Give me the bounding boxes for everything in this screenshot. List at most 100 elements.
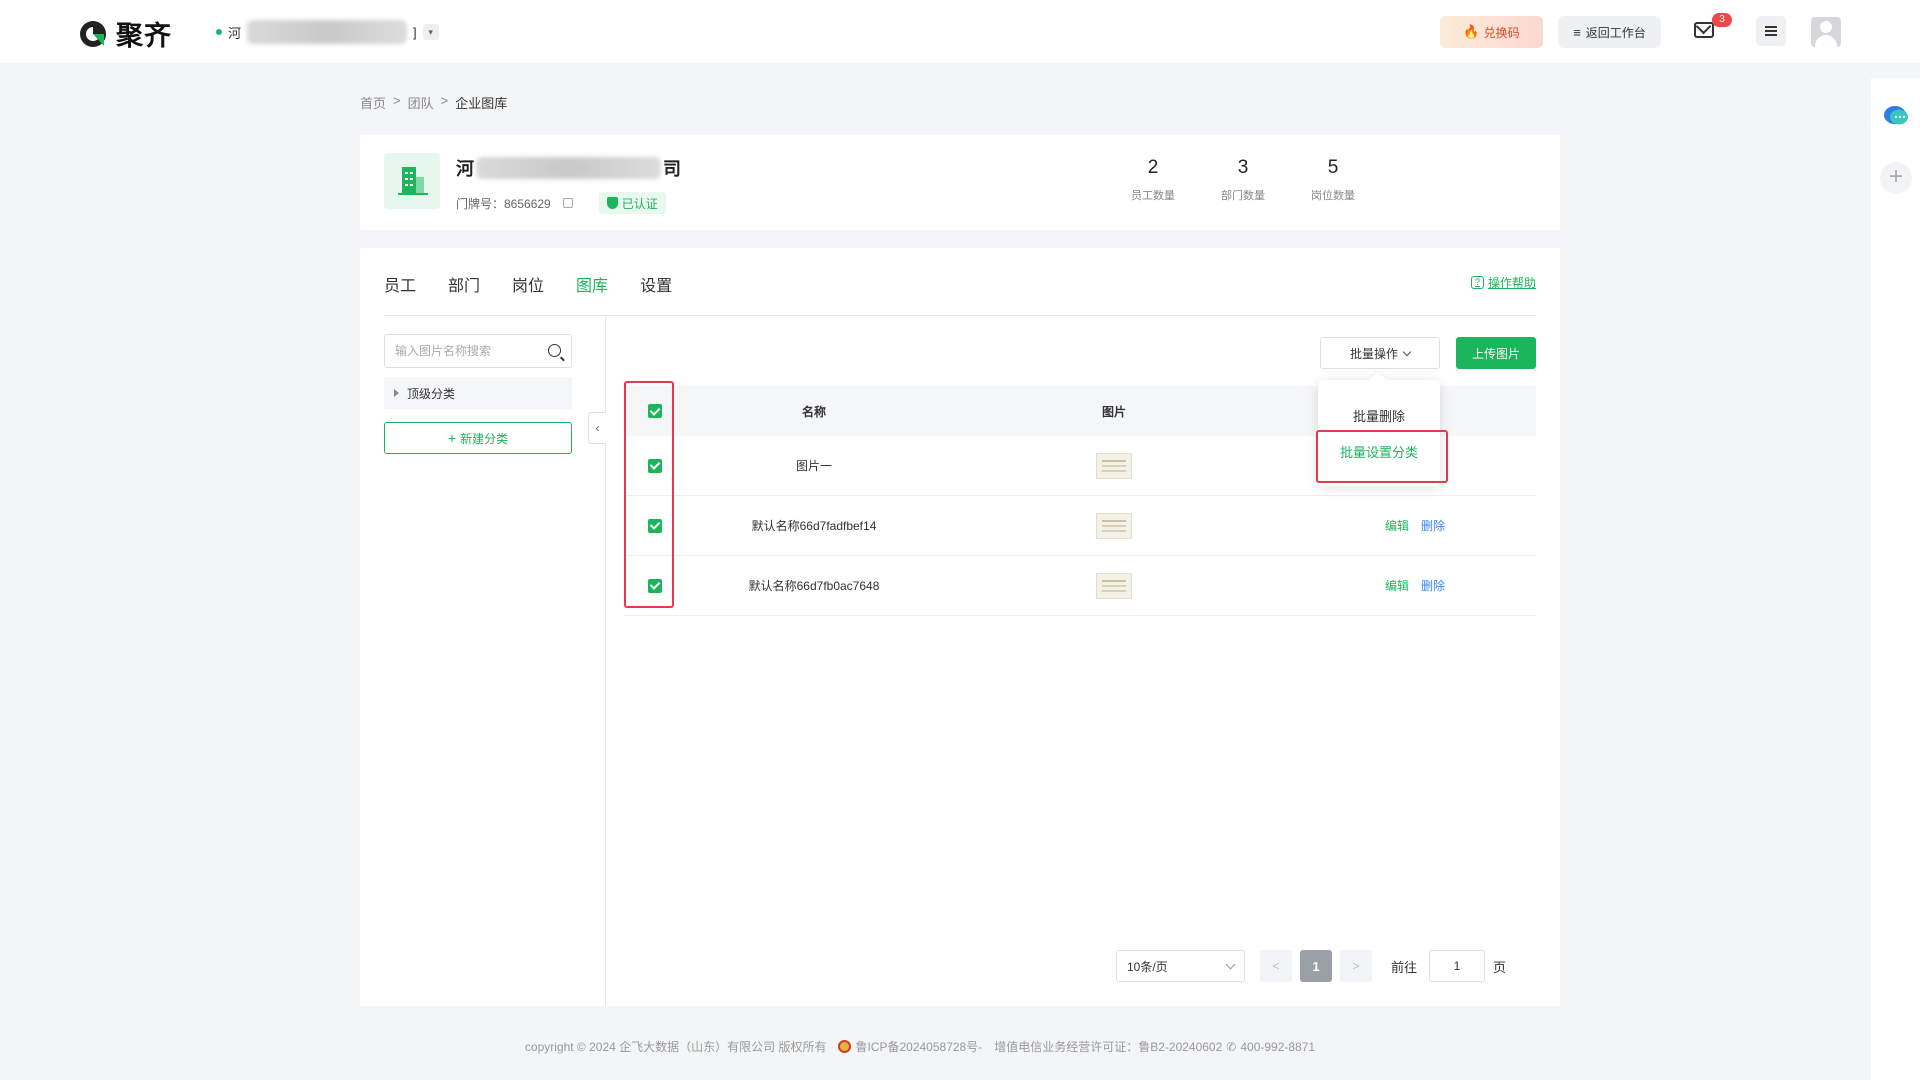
mail-count-badge: 3	[1712, 13, 1732, 27]
tab-settings[interactable]: 设置	[640, 272, 672, 296]
image-name: 默认名称66d7fb0ac7648	[748, 579, 880, 593]
pagination: 10条/页 < 1 > 前往 1 页	[1116, 950, 1506, 982]
edit-link[interactable]: 编辑	[1385, 577, 1409, 594]
top-bar: 聚齐 河 ] ▾ 🔥 兑换码 ≡ 返回工作台 3	[0, 0, 1920, 63]
hamburger-menu-icon[interactable]	[1756, 16, 1786, 46]
chevron-down-icon	[1225, 959, 1236, 969]
delete-link[interactable]: 删除	[1421, 577, 1445, 594]
expand-triangle-icon[interactable]	[394, 389, 399, 397]
page-unit-label: 页	[1493, 959, 1507, 975]
breadcrumb: 首页 > 团队 > 企业图库	[360, 93, 507, 112]
company-info-card: 河 司 门牌号：8656629 已认证 2 员工数量 3 部门数量 5 岗位数量	[360, 135, 1560, 230]
image-search-input[interactable]: 输入图片名称搜索	[384, 334, 572, 368]
door-number-row: 门牌号：8656629 已认证	[456, 192, 666, 214]
breadcrumb-team[interactable]: 团队	[408, 93, 434, 112]
footer-copyright: copyright © 2024 企飞大数据（山东）有限公司 版权所有	[524, 1040, 827, 1054]
plus-icon: +	[447, 430, 457, 446]
batch-delete-option[interactable]: 批量删除	[1318, 406, 1440, 425]
new-category-button[interactable]: + 新建分类	[384, 422, 572, 454]
verified-badge: 已认证	[598, 192, 666, 214]
search-icon[interactable]	[548, 344, 561, 357]
table-row: 默认名称66d7fadfbef14 编辑 删除	[624, 496, 1536, 556]
company-switch-prefix: 河	[228, 25, 242, 41]
tab-gallery[interactable]: 图库	[576, 272, 608, 296]
footer: copyright © 2024 企飞大数据（山东）有限公司 版权所有 鲁ICP…	[0, 1038, 1840, 1055]
breadcrumb-separator: >	[440, 93, 449, 108]
collapse-sidebar-icon[interactable]: ‹	[588, 412, 606, 444]
highlight-frame-menu-item	[1316, 430, 1448, 483]
page-number-current[interactable]: 1	[1300, 950, 1332, 982]
column-header-name: 名称	[801, 404, 826, 419]
row-actions: 编辑 删除	[1294, 577, 1536, 594]
stat-value: 5	[1327, 157, 1339, 178]
redeem-label: 兑换码	[1483, 25, 1520, 40]
help-label: 操作帮助	[1487, 276, 1536, 290]
mail-icon[interactable]	[1694, 22, 1714, 38]
caret-down-icon[interactable]: ▾	[422, 24, 439, 40]
highlight-frame-checkboxes	[624, 381, 674, 608]
image-name: 默认名称66d7fadfbef14	[751, 519, 877, 533]
page-size-select[interactable]: 10条/页	[1116, 950, 1245, 982]
batch-operations-button[interactable]: 批量操作	[1320, 337, 1440, 369]
stat-employees: 2 员工数量	[1118, 157, 1188, 203]
row-actions: 编辑 删除	[1294, 517, 1536, 534]
goto-label: 前往	[1391, 959, 1418, 975]
upload-image-button[interactable]: 上传图片	[1456, 337, 1536, 369]
logo-text: 聚齐	[116, 21, 172, 51]
footer-phone: 400-992-8871	[1240, 1039, 1316, 1054]
batch-label: 批量操作	[1349, 346, 1398, 361]
tabs-divider	[384, 315, 1536, 316]
door-number: 门牌号：8656629	[456, 196, 551, 211]
redacted-company-name	[247, 20, 408, 44]
image-thumbnail[interactable]	[1096, 512, 1132, 539]
stat-positions: 5 岗位数量	[1298, 157, 1368, 203]
company-switcher[interactable]: 河 ] ▾	[216, 20, 439, 44]
company-switch-suffix: ]	[413, 24, 417, 40]
tree-node-label: 顶级分类	[407, 386, 456, 401]
stat-value: 3	[1237, 157, 1249, 178]
new-category-label: 新建分类	[460, 431, 509, 446]
image-thumbnail[interactable]	[1096, 452, 1132, 479]
status-dot	[216, 29, 222, 35]
company-name-prefix: 河	[456, 159, 474, 179]
logo-icon	[80, 20, 106, 47]
right-side-toolbar: +	[1871, 78, 1920, 1080]
stat-value: 2	[1147, 157, 1159, 178]
redeem-code-button[interactable]: 🔥 兑换码	[1440, 16, 1543, 48]
tab-employees[interactable]: 员工	[384, 272, 416, 296]
delete-link[interactable]: 删除	[1421, 517, 1445, 534]
help-link[interactable]: ? 操作帮助	[1470, 274, 1536, 291]
stat-label: 岗位数量	[1311, 190, 1355, 202]
footer-license: 增值电信业务经营许可证：鲁B2-20240602	[994, 1040, 1223, 1054]
stat-departments: 3 部门数量	[1208, 157, 1278, 203]
tree-node-root[interactable]: 顶级分类	[384, 377, 572, 409]
tab-positions[interactable]: 岗位	[512, 272, 544, 296]
add-icon[interactable]: +	[1880, 162, 1912, 194]
police-badge-icon	[838, 1040, 852, 1053]
edit-link[interactable]: 编辑	[1385, 517, 1409, 534]
back-to-workbench-button[interactable]: ≡ 返回工作台	[1558, 16, 1661, 48]
next-page-button[interactable]: >	[1340, 950, 1372, 982]
image-thumbnail[interactable]	[1096, 572, 1132, 599]
user-avatar[interactable]	[1811, 17, 1841, 47]
footer-icp[interactable]: 鲁ICP备2024058728号-	[855, 1038, 982, 1055]
chevron-down-icon	[1402, 347, 1412, 356]
tab-departments[interactable]: 部门	[448, 272, 480, 296]
search-placeholder: 输入图片名称搜索	[395, 344, 492, 358]
stat-label: 部门数量	[1221, 190, 1265, 202]
image-name: 图片一	[795, 459, 832, 473]
breadcrumb-current: 企业图库	[455, 96, 508, 111]
company-name: 河 司	[456, 155, 681, 181]
goto-page-input[interactable]: 1	[1429, 950, 1486, 982]
question-icon: ?	[1470, 276, 1484, 289]
list-icon: ≡	[1573, 24, 1581, 40]
prev-page-button[interactable]: <	[1260, 950, 1292, 982]
main-panel: 员工 部门 岗位 图库 设置 ? 操作帮助 输入图片名称搜索 顶级分类 + 新建…	[360, 248, 1560, 1006]
copy-icon[interactable]	[562, 198, 573, 208]
breadcrumb-separator: >	[393, 93, 401, 108]
app-logo[interactable]: 聚齐	[78, 14, 172, 53]
chat-assistant-icon[interactable]	[1883, 105, 1909, 127]
back-label: 返回工作台	[1585, 25, 1646, 40]
shield-icon	[606, 197, 618, 209]
breadcrumb-home[interactable]: 首页	[360, 93, 386, 112]
